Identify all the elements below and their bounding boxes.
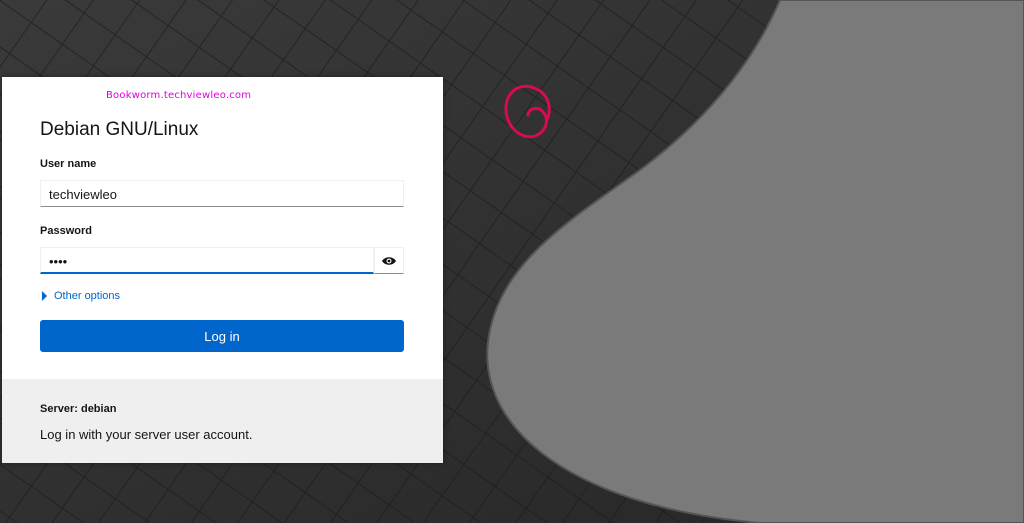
login-panel: Bookworm.techviewleo.com Debian GNU/Linu… bbox=[2, 77, 443, 463]
caret-right-icon bbox=[42, 291, 47, 301]
password-input[interactable]: •••• bbox=[40, 247, 374, 274]
password-label: Password bbox=[40, 225, 92, 237]
server-label: Server: debian bbox=[40, 403, 117, 415]
login-button[interactable]: Log in bbox=[40, 320, 404, 352]
username-input[interactable]: techviewleo bbox=[40, 180, 404, 207]
username-label: User name bbox=[40, 158, 97, 170]
page-title: Debian GNU/Linux bbox=[40, 119, 199, 140]
other-options-toggle[interactable]: Other options bbox=[42, 290, 120, 302]
server-info-footer: Server: debian Log in with your server u… bbox=[2, 379, 443, 463]
watermark-text: Bookworm.techviewleo.com bbox=[106, 90, 252, 101]
eye-icon bbox=[382, 256, 396, 265]
other-options-label: Other options bbox=[54, 290, 121, 302]
show-password-button[interactable] bbox=[374, 247, 404, 274]
login-hint: Log in with your server user account. bbox=[40, 427, 253, 442]
